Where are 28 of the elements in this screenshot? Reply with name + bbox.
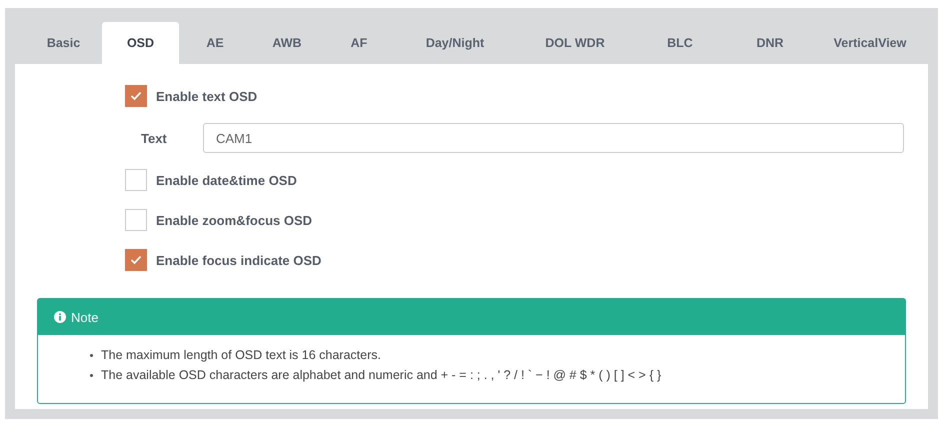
text-field[interactable]: CAM1 <box>203 123 904 153</box>
tab[interactable]: BLC <box>635 22 725 64</box>
tab[interactable]: AF <box>323 22 395 64</box>
tab[interactable]: Basic <box>25 22 102 64</box>
tab[interactable]: OSD <box>102 22 179 64</box>
note-title: Note <box>71 310 98 324</box>
note-text: The maximum length of OSD text is 16 characters. <box>101 347 381 364</box>
checkbox[interactable] <box>125 85 147 107</box>
tab[interactable]: AWB <box>251 22 323 64</box>
checkbox-label: Enable date&time OSD <box>156 172 297 188</box>
check-icon <box>130 91 142 101</box>
bullet-icon <box>90 354 93 356</box>
tab[interactable]: AE <box>179 22 251 64</box>
checkbox-label: Enable zoom&focus OSD <box>156 212 312 228</box>
checkbox-label: Enable text OSD <box>156 88 258 104</box>
bullet-icon <box>90 374 93 376</box>
field-label: Text <box>141 130 168 146</box>
info-icon <box>54 311 66 323</box>
tab[interactable]: Day/Night <box>395 22 515 64</box>
checkbox[interactable] <box>125 169 147 191</box>
tab[interactable]: VerticalView <box>815 22 925 64</box>
tab[interactable]: DOL WDR <box>515 22 635 64</box>
note-text: The available OSD characters are alphabet and numeric and + - = : ; . , ' ? / ! ` − ! @ # $ * ( ) [ ] < > { } <box>101 367 662 384</box>
checkbox[interactable] <box>125 209 147 231</box>
check-icon <box>130 255 142 265</box>
checkbox-label: Enable focus indicate OSD <box>156 252 322 268</box>
tab[interactable]: DNR <box>725 22 815 64</box>
checkbox[interactable] <box>125 249 147 271</box>
